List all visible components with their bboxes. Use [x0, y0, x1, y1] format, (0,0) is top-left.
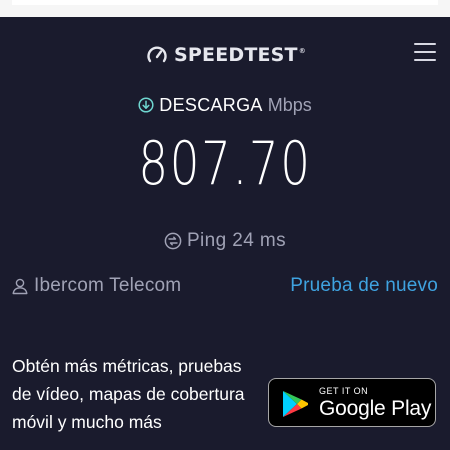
download-label-row: DESCARGA Mbps — [0, 93, 450, 117]
download-unit: Mbps — [267, 94, 312, 115]
ping-row: Ping 24 ms — [0, 228, 450, 254]
provider-name: Ibercom Telecom — [34, 275, 182, 296]
google-play-logo-icon — [283, 391, 308, 417]
browser-top-bar-strip — [12, 0, 438, 5]
retry-test-link[interactable]: Prueba de nuevo — [290, 273, 438, 299]
hamburger-menu-icon[interactable] — [413, 42, 437, 62]
promo-text: Obtén más métricas, pruebas de vídeo, ma… — [12, 356, 245, 432]
badge-small-text: GET IT ON — [319, 386, 369, 396]
download-label: DESCARGA — [159, 94, 263, 115]
download-arrow-circle-icon — [138, 97, 154, 113]
speedtest-logo[interactable]: SPEEDTEST® — [146, 41, 306, 69]
provider-row: Ibercom Telecom — [11, 273, 181, 299]
browser-top-bar — [0, 0, 450, 17]
user-icon — [12, 278, 28, 295]
speedometer-gauge-icon — [147, 46, 167, 63]
ping-circle-icon — [164, 232, 182, 250]
app-header: SPEEDTEST® — [0, 17, 450, 87]
ping-text: Ping 24 ms — [186, 230, 287, 251]
logo-text: SPEEDTEST® — [174, 43, 306, 66]
download-speed-value: 807.70 — [138, 129, 312, 199]
google-play-badge[interactable]: GET IT ON Google Play — [268, 378, 436, 427]
badge-big-text: Google Play — [319, 397, 432, 420]
logo-trademark: ® — [298, 47, 306, 56]
